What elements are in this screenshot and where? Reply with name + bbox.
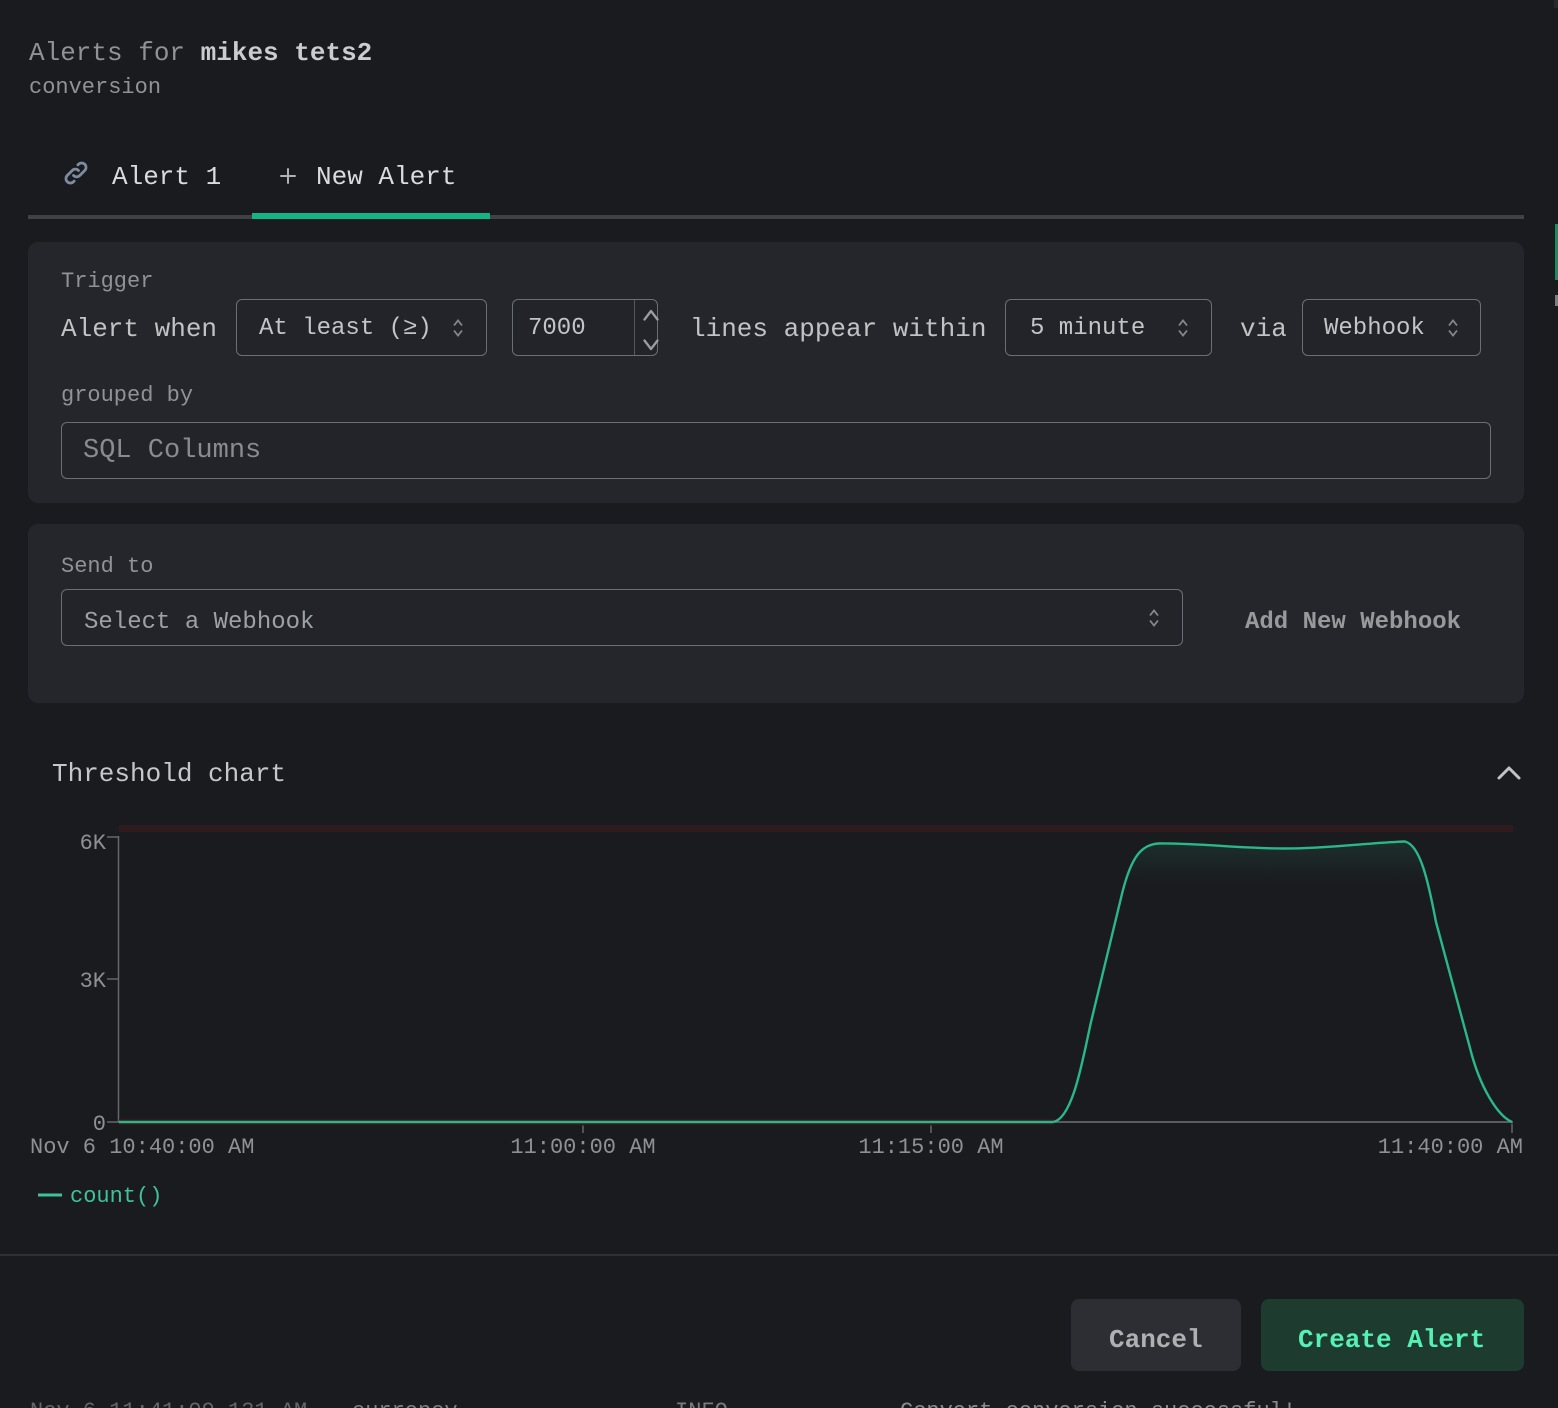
svg-text:0: 0 <box>93 1112 106 1137</box>
svg-text:6K: 6K <box>80 831 107 856</box>
svg-text:3K: 3K <box>80 969 107 994</box>
svg-text:11:00:00 AM: 11:00:00 AM <box>510 1135 655 1160</box>
svg-text:11:15:00 AM: 11:15:00 AM <box>858 1135 1003 1160</box>
svg-text:Nov 6 10:40:00 AM: Nov 6 10:40:00 AM <box>30 1135 254 1160</box>
svg-text:11:40:00 AM: 11:40:00 AM <box>1378 1135 1523 1160</box>
svg-text:count(): count() <box>70 1184 162 1209</box>
